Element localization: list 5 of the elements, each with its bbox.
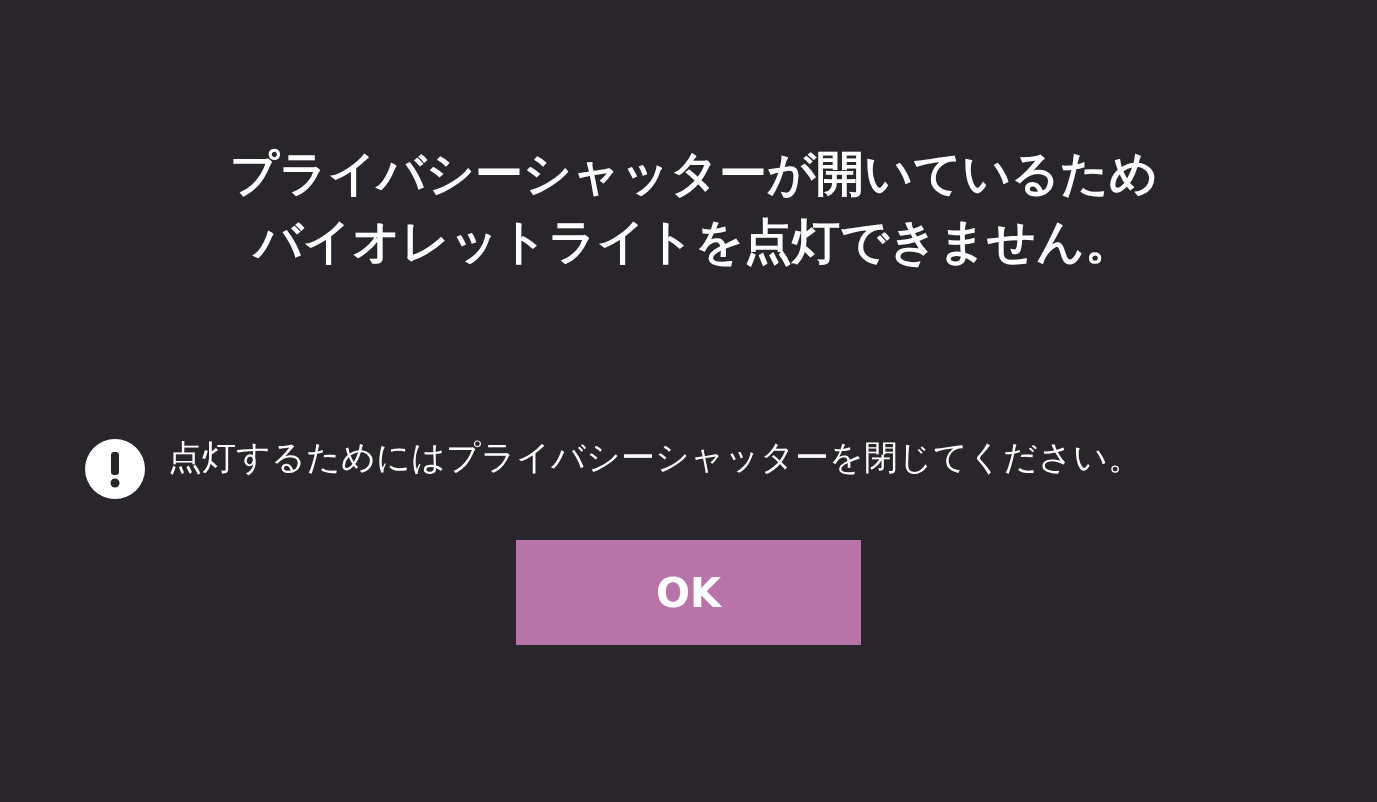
dialog-title: プライバシーシャッターが開いているため bbox=[229, 144, 1158, 203]
exclamation-icon bbox=[83, 438, 146, 500]
instruction-text: 点灯するためにはプライバシーシャッターを閉じてください。 bbox=[167, 436, 1143, 479]
dialog-title: バイオレットライトを点灯できません。 bbox=[254, 212, 1133, 271]
ok-button[interactable]: OK bbox=[516, 540, 861, 645]
